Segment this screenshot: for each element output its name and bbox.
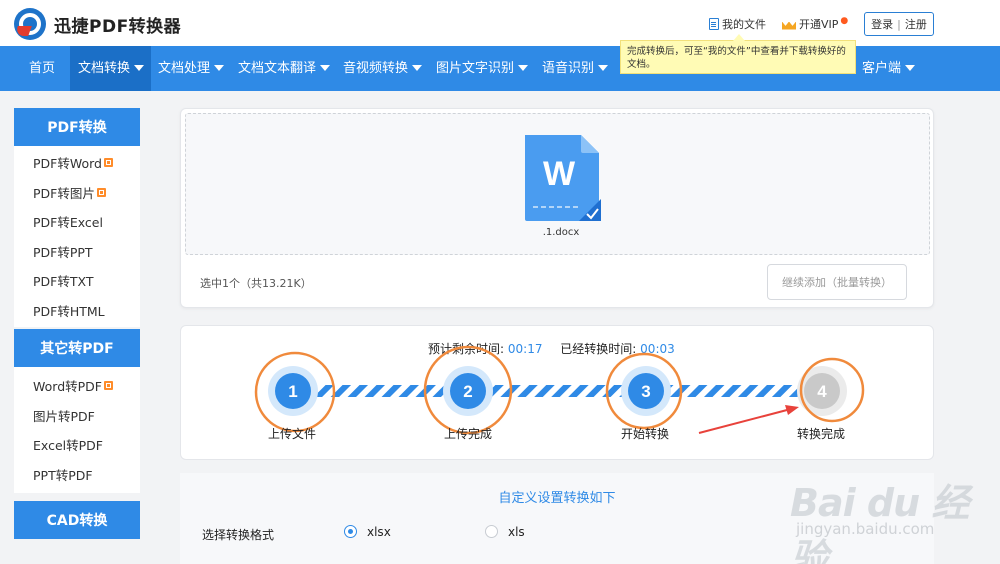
vip-link[interactable]: 开通VIP ● (782, 16, 848, 32)
new-badge-icon (103, 381, 113, 391)
file-name: .1.docx (542, 227, 580, 238)
upload-panel: W .1.docx 选中1个（共13.21K） 继续添加（批量转换） (180, 108, 934, 308)
nav-item-label: 首页 (29, 61, 56, 76)
app-title: 迅捷PDF转换器 (54, 17, 182, 37)
app-logo-icon[interactable] (14, 8, 46, 40)
step-label: 上传完成 (444, 427, 493, 441)
sidebar-item-pdf-to-word[interactable]: PDF转Word (14, 148, 140, 178)
nav-item-label: 客户端 (862, 61, 902, 76)
nav-item-doc-convert[interactable]: 文档转换 (70, 46, 151, 91)
sidebar-item-pdf-to-ppt[interactable]: PDF转PPT (14, 237, 140, 267)
progress-track (293, 385, 823, 397)
sidebar-item-ppt-to-pdf[interactable]: PPT转PDF (14, 460, 140, 490)
chevron-down-icon (214, 64, 225, 71)
nav-item-doc-translate[interactable]: 文档文本翻译 (238, 46, 331, 91)
sidebar-item-pdf-to-html[interactable]: PDF转HTML (14, 296, 140, 326)
hot-icon: ● (840, 16, 849, 26)
step-number: 3 (641, 382, 650, 401)
step-number: 4 (817, 382, 827, 401)
format-option-label[interactable]: xls (508, 525, 525, 539)
sidebar-item-label: Word转PDF (33, 379, 102, 395)
nav-item-doc-process[interactable]: 文档处理 (158, 46, 225, 91)
nav-item-label: 图片文字识别 (436, 61, 515, 76)
sidebar-item-label: PPT转PDF (33, 467, 93, 483)
sidebar-list: Word转PDF 图片转PDF Excel转PDF PPT转PDF (14, 367, 140, 493)
document-icon (709, 18, 719, 30)
chevron-down-icon (518, 64, 529, 71)
login-link[interactable]: 登录 (871, 16, 893, 32)
sidebar: PDF转换 PDF转Word PDF转图片 PDF转Excel PDF转PPT … (14, 108, 140, 539)
chevron-down-icon (905, 64, 916, 71)
nav-item-label: 音视频转换 (343, 61, 409, 76)
sidebar-item-label: PDF转图片 (33, 185, 95, 201)
vip-label: 开通VIP (799, 18, 839, 31)
sidebar-list: PDF转Word PDF转图片 PDF转Excel PDF转PPT PDF转TX… (14, 146, 140, 327)
step-label: 转换完成 (797, 427, 846, 441)
nav-item-label: 文档文本翻译 (238, 61, 317, 76)
format-label: 选择转换格式 (202, 528, 275, 542)
chevron-down-icon (134, 64, 145, 71)
sidebar-section-title: CAD转换 (14, 501, 140, 539)
crown-icon (782, 19, 796, 30)
step-label: 上传文件 (268, 427, 317, 441)
nav-item-label: 文档处理 (158, 61, 211, 76)
new-badge-icon (103, 158, 113, 168)
format-radio-xlsx[interactable] (344, 525, 357, 538)
sidebar-item-label: PDF转Excel (33, 215, 103, 231)
sidebar-item-excel-to-pdf[interactable]: Excel转PDF (14, 430, 140, 460)
sidebar-item-label: PDF转PPT (33, 244, 93, 260)
new-badge-icon (96, 187, 106, 197)
step-label: 开始转换 (621, 427, 670, 441)
nav-item-label: 文档转换 (78, 61, 131, 76)
nav-item-speech[interactable]: 语音识别 (542, 46, 609, 91)
sidebar-item-image-to-pdf[interactable]: 图片转PDF (14, 401, 140, 431)
auth-separator: | (897, 17, 901, 31)
nav-item-client[interactable]: 客户端 (862, 46, 916, 91)
sidebar-item-label: 图片转PDF (33, 408, 95, 424)
sidebar-item-label: PDF转TXT (33, 274, 94, 290)
sidebar-section-title: 其它转PDF (14, 329, 140, 367)
annotation-arrow (698, 405, 799, 434)
step-number: 2 (463, 382, 472, 401)
format-radio-xls[interactable] (485, 525, 498, 538)
baidu-watermark: Bai du 经验 jingyan.baidu.com (770, 470, 1000, 564)
my-files-label: 我的文件 (722, 18, 766, 31)
watermark-url: jingyan.baidu.com (796, 520, 935, 538)
nav-item-ocr[interactable]: 图片文字识别 (436, 46, 529, 91)
sidebar-item-pdf-to-excel[interactable]: PDF转Excel (14, 207, 140, 237)
auth-box: 登录 | 注册 (864, 12, 934, 36)
sidebar-item-label: PDF转HTML (33, 303, 105, 319)
chevron-down-icon (320, 64, 331, 71)
continue-add-button[interactable]: 继续添加（批量转换） (767, 264, 907, 300)
word-file-icon: W (525, 135, 601, 221)
nav-item-av-convert[interactable]: 音视频转换 (343, 46, 423, 91)
nav-item-label: 语音识别 (542, 61, 595, 76)
step-4: 4 (797, 357, 865, 423)
sidebar-item-label: PDF转Word (33, 156, 102, 172)
format-option-label[interactable]: xlsx (367, 525, 391, 539)
sidebar-section-title: PDF转换 (14, 108, 140, 146)
register-link[interactable]: 注册 (905, 16, 927, 32)
sidebar-item-label: Excel转PDF (33, 438, 103, 454)
step-number: 1 (288, 382, 297, 401)
file-dropzone[interactable]: W .1.docx (185, 113, 930, 255)
selected-file-info: 选中1个（共13.21K） (200, 277, 312, 290)
word-file-letter: W (543, 155, 576, 193)
sidebar-item-pdf-to-txt[interactable]: PDF转TXT (14, 266, 140, 296)
nav-item-home[interactable]: 首页 (29, 46, 55, 91)
chevron-down-icon (598, 64, 609, 71)
my-files-link[interactable]: 我的文件 (709, 16, 766, 32)
watermark-logo: Bai du 经验 (790, 481, 969, 564)
my-files-tooltip: 完成转换后，可至“我的文件”中查看并下载转换好的文档。 (620, 34, 856, 74)
chevron-down-icon (412, 64, 423, 71)
progress-panel: 预计剩余时间: 00:17 已经转换时间: 00:03 1 2 3 4 上传文件… (180, 325, 934, 460)
sidebar-item-pdf-to-image[interactable]: PDF转图片 (14, 178, 140, 208)
sidebar-item-word-to-pdf[interactable]: Word转PDF (14, 371, 140, 401)
